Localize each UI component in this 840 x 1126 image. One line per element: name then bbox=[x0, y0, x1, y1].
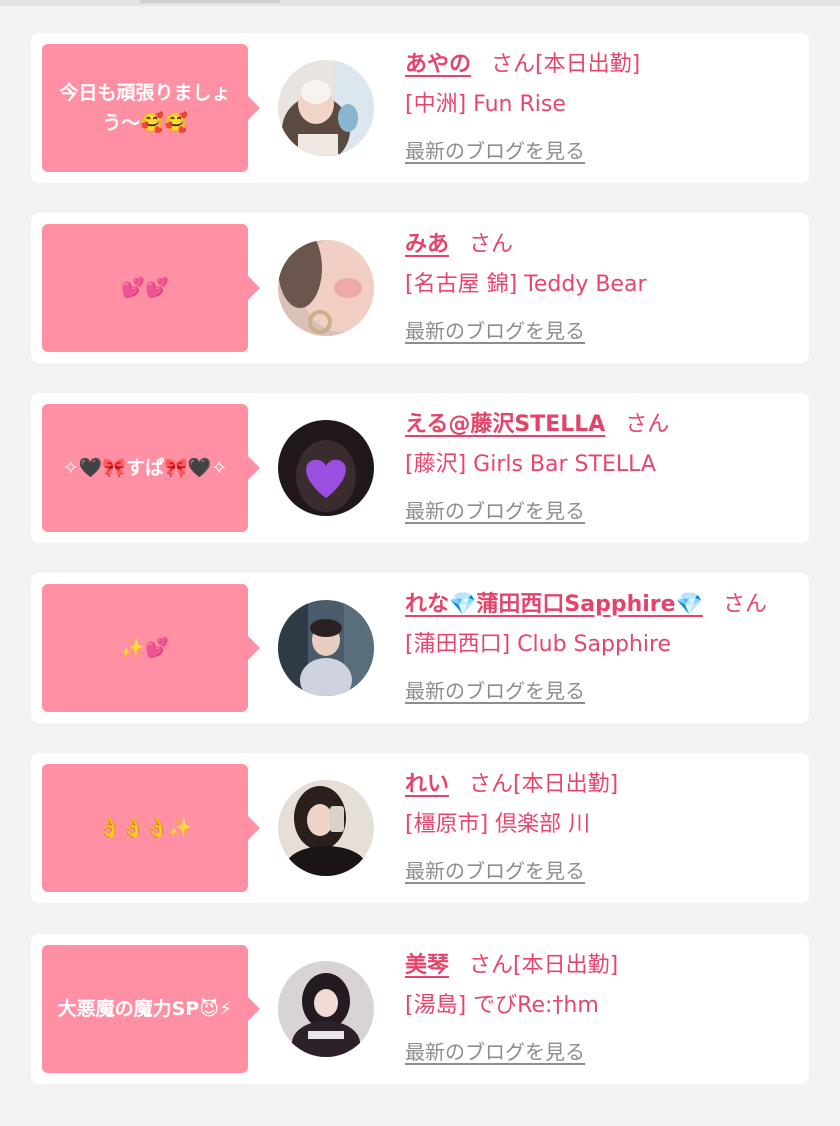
comment-bubble: ✨💕 bbox=[42, 584, 260, 712]
name-suffix: さん bbox=[722, 592, 767, 617]
latest-blog-link[interactable]: 最新のブログを見る bbox=[405, 855, 585, 884]
shop-name: [橿原市] 倶楽部 川 bbox=[405, 812, 591, 837]
list-item: 今日も頑張りましょう〜🥰🥰 あやの さん[本日出勤] [中洲] Fun Rise … bbox=[31, 33, 809, 183]
avatar[interactable] bbox=[278, 961, 374, 1057]
cast-name-link[interactable]: みあ bbox=[405, 232, 449, 257]
list-item: ✨💕 れな💎蒲田西口Sapphire💎 さん [蒲田西口] Club Sapphi… bbox=[31, 573, 809, 723]
cast-name-link[interactable]: あやの bbox=[405, 52, 471, 77]
avatar[interactable] bbox=[278, 420, 374, 516]
photo-avatar-icon bbox=[278, 780, 374, 876]
photo-avatar-icon bbox=[278, 600, 374, 696]
name-suffix: さん[本日出勤] bbox=[491, 52, 641, 77]
comment-text: 大悪魔の魔力SP😈⚡ bbox=[57, 998, 233, 1020]
comment-bubble: 大悪魔の魔力SP😈⚡ bbox=[42, 945, 260, 1073]
name-suffix: さん bbox=[469, 232, 514, 257]
shop-name: [蒲田西口] Club Sapphire bbox=[405, 632, 672, 657]
comment-text: 今日も頑張りましょう〜🥰🥰 bbox=[59, 82, 231, 134]
latest-blog-link[interactable]: 最新のブログを見る bbox=[405, 315, 585, 344]
shop-name: [中洲] Fun Rise bbox=[405, 92, 566, 117]
avatar[interactable] bbox=[278, 600, 374, 696]
list-item: 大悪魔の魔力SP😈⚡ 美琴 さん[本日出勤] [湯島] でびRe:†hm 最新のブ… bbox=[31, 934, 809, 1084]
list-item: 👌👌👌✨ れい さん[本日出勤] [橿原市] 倶楽部 川 最新のブログを見る bbox=[31, 753, 809, 903]
comment-text: 💕💕 bbox=[121, 277, 169, 299]
latest-blog-link[interactable]: 最新のブログを見る bbox=[405, 135, 585, 164]
top-divider bbox=[0, 0, 840, 6]
name-suffix: さん bbox=[625, 412, 670, 437]
comment-text: ✨💕 bbox=[121, 637, 169, 659]
cast-name-link[interactable]: える@藤沢STELLA bbox=[405, 412, 605, 437]
scroll-indicator bbox=[140, 0, 280, 3]
cast-name-link[interactable]: 美琴 bbox=[405, 953, 449, 978]
comment-text: ✧🖤🎀すぱ🎀🖤✧ bbox=[62, 457, 228, 479]
photo-avatar-icon bbox=[278, 240, 374, 336]
list-item: ✧🖤🎀すぱ🎀🖤✧ える@藤沢STELLA さん [藤沢] Girls Bar ST… bbox=[31, 393, 809, 543]
latest-blog-link[interactable]: 最新のブログを見る bbox=[405, 1036, 585, 1065]
latest-blog-link[interactable]: 最新のブログを見る bbox=[405, 495, 585, 524]
comment-bubble: ✧🖤🎀すぱ🎀🖤✧ bbox=[42, 404, 260, 532]
comment-bubble: 💕💕 bbox=[42, 224, 260, 352]
shop-name: [名古屋 錦] Teddy Bear bbox=[405, 272, 647, 297]
photo-avatar-purple-heart-icon bbox=[278, 420, 374, 516]
comment-bubble: 👌👌👌✨ bbox=[42, 764, 260, 892]
cast-name-link[interactable]: れな💎蒲田西口Sapphire💎 bbox=[405, 592, 703, 617]
latest-blog-link[interactable]: 最新のブログを見る bbox=[405, 675, 585, 704]
comment-text: 👌👌👌✨ bbox=[97, 817, 193, 839]
cast-name-link[interactable]: れい bbox=[405, 772, 449, 797]
avatar[interactable] bbox=[278, 60, 374, 156]
photo-avatar-icon bbox=[278, 961, 374, 1057]
avatar[interactable] bbox=[278, 780, 374, 876]
list-item: 💕💕 みあ さん [名古屋 錦] Teddy Bear 最新のブログを見る bbox=[31, 213, 809, 363]
comment-bubble: 今日も頑張りましょう〜🥰🥰 bbox=[42, 44, 260, 172]
photo-avatar-icon bbox=[278, 60, 374, 156]
shop-name: [藤沢] Girls Bar STELLA bbox=[405, 452, 656, 477]
avatar[interactable] bbox=[278, 240, 374, 336]
name-suffix: さん[本日出勤] bbox=[469, 953, 619, 978]
name-suffix: さん[本日出勤] bbox=[469, 772, 619, 797]
shop-name: [湯島] でびRe:†hm bbox=[405, 993, 599, 1018]
